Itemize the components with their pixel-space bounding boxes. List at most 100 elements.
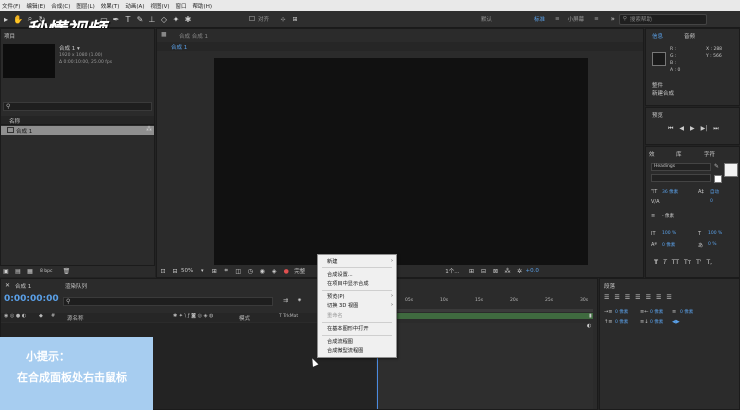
switches-icons[interactable]: ✱ ✦ \ ƒ ◙ ◎ ◈ ◍: [173, 313, 213, 319]
layer-number-icon[interactable]: #: [51, 313, 55, 319]
ctx-comp-mini-flowchart[interactable]: 合成微型流程图: [327, 347, 363, 354]
comp-tab[interactable]: 合成 1: [171, 43, 187, 51]
indent-left-value[interactable]: 0 像素: [615, 309, 628, 315]
work-area-bar[interactable]: [377, 309, 593, 312]
align-right-icon[interactable]: ☰: [625, 294, 630, 301]
project-item-row[interactable]: 合成 1: [1, 126, 154, 135]
superscript-button[interactable]: T': [696, 259, 701, 266]
timecode-icon[interactable]: ◷: [244, 268, 256, 275]
font-family-dropdown[interactable]: Headings: [651, 163, 711, 171]
column-name-label[interactable]: 名称: [9, 117, 20, 125]
timeline-close-icon[interactable]: ✕: [5, 282, 10, 289]
time-ruler[interactable]: 05s 10s 15s 20s 25s 30s: [377, 296, 593, 306]
timeline-end-marker[interactable]: ▮: [589, 313, 592, 319]
indent-first-value[interactable]: 0 像素: [680, 309, 693, 315]
new-folder-icon[interactable]: ▤: [12, 268, 24, 275]
snap-options-icon[interactable]: ⊞: [289, 16, 301, 23]
direction-icons[interactable]: ◀▶: [672, 319, 680, 325]
exposure-value[interactable]: +0.0: [526, 268, 539, 274]
fit-icon[interactable]: ⊞: [208, 268, 220, 275]
faux-bold-button[interactable]: T: [654, 259, 658, 266]
info-tab[interactable]: 信息: [652, 32, 663, 40]
workspace-standard[interactable]: 标准: [534, 15, 545, 23]
help-search-input[interactable]: 搜索帮助: [630, 15, 652, 23]
render-queue-tab[interactable]: 渲染队列: [65, 282, 87, 290]
flowchart-icon[interactable]: ⁂: [146, 126, 152, 133]
small-caps-button[interactable]: Tт: [684, 259, 691, 266]
paragraph-tab[interactable]: 段落: [604, 282, 615, 290]
resolution-dropdown[interactable]: 完整: [294, 267, 305, 275]
eraser-tool-icon[interactable]: ◇: [158, 15, 170, 24]
ctx-new[interactable]: 新建: [327, 258, 337, 265]
next-frame-icon[interactable]: ▶|: [701, 125, 708, 133]
selection-tool-icon[interactable]: ▸: [0, 15, 12, 24]
stroke-width-value[interactable]: - 像素: [662, 213, 674, 219]
subscript-button[interactable]: T,: [707, 259, 713, 266]
baseline-shift-value[interactable]: 0 像素: [662, 242, 675, 248]
pen-tool-icon[interactable]: ✒: [110, 15, 122, 24]
menu-help[interactable]: 帮助(H): [193, 2, 212, 10]
menu-animation[interactable]: 动画(A): [125, 2, 144, 10]
fast-preview-icon[interactable]: ⊟: [478, 268, 490, 275]
tsume-value[interactable]: 0 %: [708, 242, 717, 247]
menu-window[interactable]: 窗口: [176, 2, 187, 10]
justify-center-icon[interactable]: ☰: [646, 294, 651, 301]
comp-viewer[interactable]: [214, 58, 588, 268]
ctx-comp-settings[interactable]: 合成设置...: [327, 271, 353, 278]
font-size-value[interactable]: 36 像素: [662, 189, 678, 195]
timecode-display[interactable]: 0:00:00:00: [4, 294, 59, 304]
puppet-tool-icon[interactable]: ✱: [182, 15, 194, 24]
workspace-overflow-icon[interactable]: »: [607, 15, 619, 23]
first-frame-icon[interactable]: ⏮: [668, 125, 673, 133]
timeline-icon[interactable]: ⊠: [490, 268, 502, 275]
timeline-search[interactable]: ⚲: [63, 297, 273, 306]
comp-mini-flowchart-icon[interactable]: ⇉: [283, 297, 288, 304]
label-icon[interactable]: ◆: [39, 313, 43, 319]
stamp-tool-icon[interactable]: ⊥: [146, 15, 158, 24]
menu-composition[interactable]: 合成(C): [51, 2, 70, 10]
zoom-dropdown-icon[interactable]: ⊟: [169, 268, 181, 275]
workspace-default[interactable]: 默认: [481, 15, 492, 23]
ctx-switch-3d-view[interactable]: 切换 3D 视图: [327, 302, 358, 309]
timeline-track-area[interactable]: [378, 323, 593, 409]
ctx-open-in-essential-graphics[interactable]: 在基本图形中打开: [327, 325, 369, 332]
timeline-nav-icon[interactable]: ◐: [587, 323, 591, 329]
project-search[interactable]: ⚲: [3, 102, 152, 111]
prev-frame-icon[interactable]: ◀: [679, 125, 684, 133]
roto-tool-icon[interactable]: ✦: [170, 15, 182, 24]
grid-icon[interactable]: ⌗: [220, 267, 232, 275]
hand-tool-icon[interactable]: ✋: [12, 15, 24, 24]
timeline-comp-tab[interactable]: 合成 1: [15, 282, 31, 290]
font-style-dropdown[interactable]: [651, 174, 711, 182]
brush-tool-icon[interactable]: ✎: [134, 15, 146, 24]
menu-file[interactable]: 文件(F): [2, 2, 20, 10]
snapshot-icon[interactable]: ◉: [256, 268, 268, 275]
play-icon[interactable]: ▶: [690, 125, 695, 133]
ctx-preview[interactable]: 预览(P): [327, 293, 345, 300]
av-switches-icon[interactable]: ◉ ◎ ● ◐: [4, 313, 26, 319]
delete-icon[interactable]: 🗑: [60, 268, 72, 275]
indent-right-value[interactable]: 0 像素: [650, 309, 663, 315]
help-search-box[interactable]: ⚲ 搜索帮助: [618, 13, 707, 25]
draft-3d-icon[interactable]: ⁕: [297, 297, 302, 304]
magnification-ratio[interactable]: 50%: [181, 268, 193, 274]
mode-column[interactable]: 模式: [239, 314, 250, 322]
menu-layer[interactable]: 图层(L): [76, 2, 94, 10]
snap-icon[interactable]: ⊹: [277, 16, 289, 23]
workspace-small-screen[interactable]: 小屏幕: [568, 15, 585, 23]
justify-all-icon[interactable]: ☰: [666, 294, 671, 301]
interpret-footage-icon[interactable]: ▣: [0, 268, 12, 275]
tracking-value[interactable]: 0: [710, 199, 713, 204]
show-snapshot-icon[interactable]: ◈: [268, 268, 280, 275]
stroke-color-swatch[interactable]: [714, 175, 722, 183]
space-after-value[interactable]: 0 像素: [650, 319, 663, 325]
character-tab[interactable]: 字符: [704, 150, 715, 158]
new-comp-icon[interactable]: ▦: [24, 268, 36, 275]
align-center-icon[interactable]: ☰: [614, 294, 619, 301]
space-before-value[interactable]: 0 像素: [615, 319, 628, 325]
leading-value[interactable]: 自动: [710, 189, 719, 195]
justify-left-icon[interactable]: ☰: [635, 294, 640, 301]
always-preview-icon[interactable]: ⊡: [157, 268, 169, 275]
source-name-column[interactable]: 源名称: [67, 314, 84, 322]
bpc-label[interactable]: 8 bpc: [40, 269, 52, 274]
